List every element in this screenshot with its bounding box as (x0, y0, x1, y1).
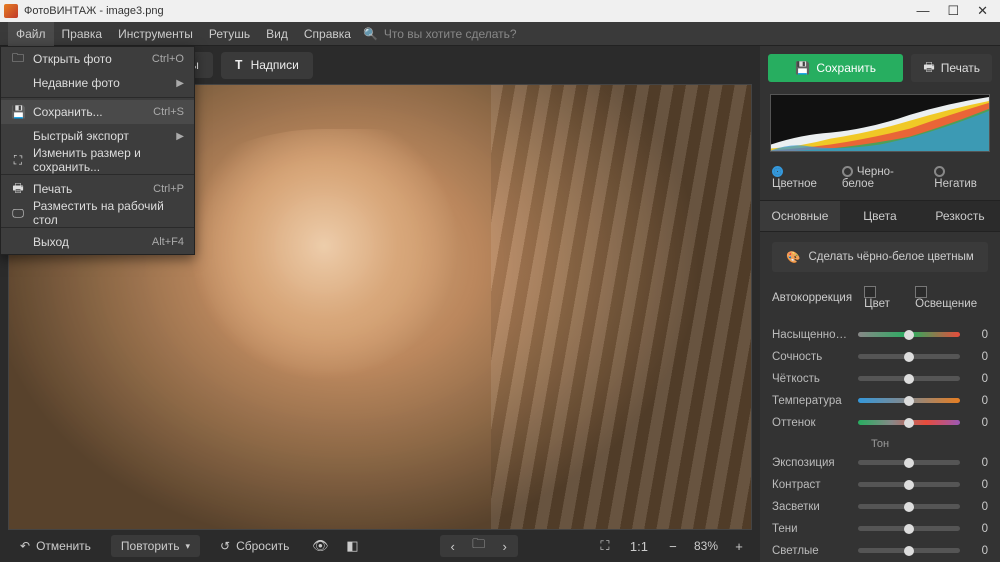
histogram (770, 94, 990, 152)
slider-tint[interactable]: Оттенок0 (772, 412, 988, 434)
slider-vibrance[interactable]: Сочность0 (772, 346, 988, 368)
desktop-icon: 🖵 (11, 206, 25, 221)
menu-recent-photos[interactable]: Недавние фото ▶ (1, 71, 194, 95)
autocorrect-label: Автокоррекция (772, 292, 852, 304)
menubar: Файл Правка Инструменты Ретушь Вид Справ… (0, 22, 1000, 46)
minimize-button[interactable]: — (916, 3, 929, 19)
slider-temperature[interactable]: Температура0 (772, 390, 988, 412)
prev-image-button[interactable]: ‹ (440, 535, 466, 557)
file-menu-dropdown: 🗀 Открыть фото Ctrl+O Недавние фото ▶ 💾 … (0, 46, 195, 255)
slider-highlights[interactable]: Засветки0 (772, 496, 988, 518)
chevron-down-icon: ▾ (185, 541, 190, 552)
menu-view[interactable]: Вид (258, 22, 296, 46)
undo-button[interactable]: ↶ Отменить (10, 535, 101, 557)
undo-icon: ↶ (20, 539, 30, 553)
sliders-group: Насыщенность0 Сочность0 Чёткость0 Темпер… (760, 320, 1000, 562)
window-title: ФотоВИНТАЖ - image3.png (24, 5, 164, 17)
slider-saturation[interactable]: Насыщенность0 (772, 324, 988, 346)
file-nav: ‹ 🗀 › (440, 535, 518, 557)
menu-open-photo[interactable]: 🗀 Открыть фото Ctrl+O (1, 47, 194, 71)
reset-button[interactable]: ↺ Сбросить (210, 535, 299, 557)
compare-icon[interactable]: ◧ (341, 535, 363, 557)
adjust-tabs: Основные Цвета Резкость (760, 200, 1000, 232)
close-button[interactable]: ✕ (977, 3, 988, 19)
checkbox-auto-color[interactable]: Цвет (864, 286, 903, 310)
reset-icon: ↺ (220, 539, 230, 553)
app-icon (4, 4, 18, 18)
resize-icon: ⛶ (11, 153, 25, 168)
menu-resize-save[interactable]: ⛶ Изменить размер и сохранить... (1, 148, 194, 172)
save-icon: 💾 (795, 61, 810, 75)
color-mode-group: Цветное Черно-белое Негатив (760, 160, 1000, 200)
tab-captions[interactable]: 𝐓 Надписи (221, 52, 313, 79)
print-icon: 🖶 (11, 179, 25, 200)
text-icon: 𝐓 (235, 58, 243, 73)
next-image-button[interactable]: › (492, 535, 518, 557)
fit-screen-icon[interactable]: ⛶ (594, 535, 616, 557)
menu-separator (1, 174, 194, 175)
menu-print[interactable]: 🖶 Печать Ctrl+P (1, 177, 194, 201)
chevron-right-icon: ▶ (176, 78, 184, 89)
menu-separator (1, 227, 194, 228)
slider-shadows[interactable]: Тени0 (772, 518, 988, 540)
save-icon: 💾 (11, 105, 25, 119)
search-icon: 🔍 (363, 27, 378, 41)
zoom-out-button[interactable]: − (662, 535, 684, 557)
menu-save[interactable]: 💾 Сохранить... Ctrl+S (1, 100, 194, 124)
zoom-in-button[interactable]: + (728, 535, 750, 557)
chevron-right-icon: ▶ (176, 131, 184, 142)
zoom-1to1-button[interactable]: 1:1 (626, 535, 652, 557)
slider-clarity[interactable]: Чёткость0 (772, 368, 988, 390)
tab-basic[interactable]: Основные (760, 201, 840, 231)
colorize-bw-button[interactable]: 🎨 Сделать чёрно-белое цветным (772, 242, 988, 272)
menu-quick-export[interactable]: Быстрый экспорт ▶ (1, 124, 194, 148)
checkbox-auto-light[interactable]: Освещение (915, 286, 988, 310)
browse-folder-icon[interactable]: 🗀 (466, 535, 492, 557)
tab-sharp[interactable]: Резкость (920, 201, 1000, 231)
menu-retouch[interactable]: Ретушь (201, 22, 258, 46)
maximize-button[interactable]: ☐ (947, 3, 959, 19)
radio-color[interactable]: Цветное (772, 166, 828, 190)
right-panel: 💾 Сохранить 🖶 Печать Цветное Черно-белое… (760, 46, 1000, 562)
print-button[interactable]: 🖶 Печать (911, 54, 992, 82)
bottom-toolbar: ↶ Отменить Повторить ▾ ↺ Сбросить 👁 ◧ ‹ … (0, 530, 760, 562)
radio-bw[interactable]: Черно-белое (842, 166, 920, 190)
preview-toggle-icon[interactable]: 👁 (309, 535, 331, 557)
slider-contrast[interactable]: Контраст0 (772, 474, 988, 496)
tone-section-label: Тон (772, 434, 988, 452)
search-input[interactable]: Что вы хотите сделать? (384, 27, 517, 41)
window-titlebar: ФотоВИНТАЖ - image3.png — ☐ ✕ (0, 0, 1000, 22)
menu-exit[interactable]: Выход Alt+F4 (1, 230, 194, 254)
menu-tools[interactable]: Инструменты (110, 22, 201, 46)
zoom-percent: 83% (694, 539, 718, 553)
tab-colors[interactable]: Цвета (840, 201, 920, 231)
print-icon: 🖶 (923, 58, 934, 79)
menu-separator (1, 97, 194, 98)
menu-help[interactable]: Справка (296, 22, 359, 46)
folder-icon: 🗀 (11, 49, 25, 70)
save-button[interactable]: 💾 Сохранить (768, 54, 903, 82)
radio-negative[interactable]: Негатив (934, 166, 988, 190)
slider-exposure[interactable]: Экспозиция0 (772, 452, 988, 474)
slider-whites[interactable]: Светлые0 (772, 540, 988, 562)
palette-icon: 🎨 (786, 250, 800, 264)
menu-edit[interactable]: Правка (54, 22, 111, 46)
menu-set-desktop[interactable]: 🖵 Разместить на рабочий стол (1, 201, 194, 225)
redo-button[interactable]: Повторить ▾ (111, 535, 200, 557)
menu-file[interactable]: Файл (8, 22, 54, 46)
